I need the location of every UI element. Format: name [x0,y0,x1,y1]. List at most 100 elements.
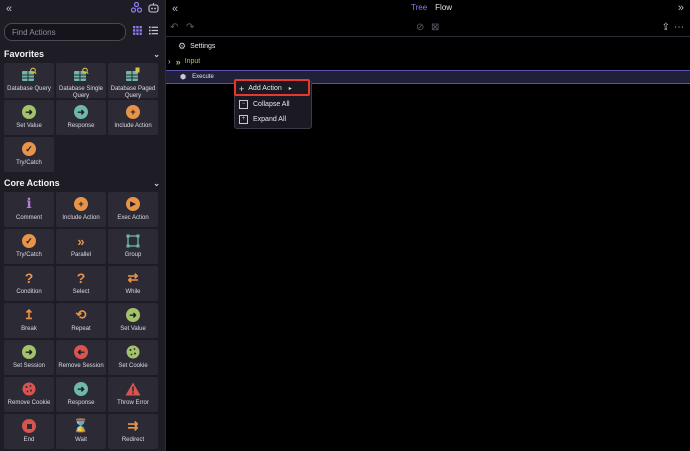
menu-item-label: Expand All [253,116,287,123]
action-tile-select[interactable]: ? Select [56,266,106,301]
action-tile-label: Select [72,289,90,295]
action-tile-set-cookie[interactable]: Set Cookie [108,340,158,375]
tree-row-input[interactable]: › » Input [166,55,690,68]
action-tile-label: While [125,289,141,295]
list-view-icon[interactable] [149,26,158,38]
tab-flow[interactable]: Flow [435,3,452,12]
undo-icon[interactable]: ↶ [170,22,178,33]
action-tile-database-query[interactable]: Database Query [4,63,54,98]
tree-row-label: Execute [192,74,214,80]
redirect-icon: ⇉ [127,418,139,433]
action-tile-include-action[interactable]: + Include Action [108,100,158,135]
action-tile-label: End [23,437,35,443]
database-search-icon [21,67,37,83]
cube-icon: ⬢ [180,74,187,81]
action-tile-response[interactable]: ➜ Response [56,100,106,135]
break-arrow-icon: ↥ [23,307,35,322]
menu-item-collapse-all[interactable]: − Collapse All [235,97,311,112]
chevron-down-icon[interactable]: ⌄ [153,50,160,59]
chevron-right-icon[interactable]: › [168,57,171,66]
action-tile-wait[interactable]: ⌛ Wait [56,414,106,449]
main-header: « Tree Flow » [166,0,690,18]
robot-icon[interactable] [148,2,159,16]
action-tile-label: Redirect [121,437,145,443]
tree-row-label: Input [184,58,201,65]
action-tile-break[interactable]: ↥ Break [4,303,54,338]
action-tile-label: Include Action [114,123,152,129]
arrow-right-circle-icon: ➜ [73,104,89,120]
core-actions-header[interactable]: Core Actions ⌄ [0,175,165,191]
action-tile-label: Try/Catch [16,160,42,166]
disable-icon[interactable]: ⊘ [416,22,424,33]
nodes-icon[interactable] [130,1,143,16]
action-tile-while[interactable]: ⇄ While [108,266,158,301]
info-icon: i [26,196,32,212]
question-icon: ? [76,270,86,286]
action-tile-database-single-query[interactable]: Database Single Query [56,63,106,99]
action-tile-label: Response [67,400,95,406]
action-tile-set-value[interactable]: ➜ Set Value [108,303,158,338]
arrow-left-circle-icon: ➜ [73,344,89,360]
hourglass-icon: ⌛ [72,418,90,433]
action-tile-label: Try/Catch [16,252,42,258]
redo-icon[interactable]: ↷ [186,22,194,33]
collapse-right-icon[interactable]: » [678,2,684,14]
action-tile-set-value[interactable]: ➜ Set Value [4,100,54,135]
action-tile-label: Wait [75,437,87,443]
action-tile-label: Include Action [62,215,100,221]
loop-icon: ⇄ [127,270,139,285]
action-tile-repeat[interactable]: ⟲ Repeat [56,303,106,338]
action-tile-redirect[interactable]: ⇉ Redirect [108,414,158,449]
action-tile-try-catch[interactable]: ✓ Try/Catch [4,137,54,172]
check-circle-icon: ✓ [21,141,37,157]
action-tile-database-paged-query[interactable]: Database Paged Query [108,63,158,99]
action-tile-comment[interactable]: i Comment [4,192,54,227]
collapse-left-icon[interactable]: « [172,3,178,15]
favorites-header[interactable]: Favorites ⌄ [0,46,165,62]
collapse-sidebar-icon[interactable]: « [6,3,12,15]
search-row: ⋯ [0,22,165,42]
grid-view-icon[interactable] [133,26,142,38]
action-tile-remove-session[interactable]: ➜ Remove Session [56,340,106,375]
action-tile-try-catch[interactable]: ✓ Try/Catch [4,229,54,264]
action-tile-label: Throw Error [117,400,149,406]
action-tile-label: Remove Cookie [7,400,51,406]
plus-circle-icon: + [73,196,89,212]
favorites-title: Favorites [4,49,45,59]
action-tile-group[interactable]: Group [108,229,158,264]
tree-row-settings[interactable]: ⚙ Settings [166,40,690,53]
database-search-icon [73,67,89,83]
action-tile-throw-error[interactable]: Throw Error [108,377,158,412]
arrow-right-circle-icon: ➜ [21,344,37,360]
sidebar-toolbar: « [0,0,165,18]
action-tile-parallel[interactable]: » Parallel [56,229,106,264]
action-tile-label: Database Query [7,86,51,92]
find-actions-input[interactable] [4,23,126,41]
warning-icon [125,381,141,397]
action-tile-condition[interactable]: ? Condition [4,266,54,301]
play-circle-icon: ▶ [125,196,141,212]
arrow-right-circle-icon: ➜ [21,104,37,120]
action-tile-label: Set Value [16,123,42,129]
action-tile-set-session[interactable]: ➜ Set Session [4,340,54,375]
action-tile-include-action[interactable]: + Include Action [56,192,106,227]
more-options-icon[interactable]: ⋯ [674,22,684,33]
menu-item-expand-all[interactable]: + Expand All [235,112,311,127]
action-tile-remove-cookie[interactable]: Remove Cookie [4,377,54,412]
action-tile-label: Set Cookie [118,363,148,369]
action-tile-end[interactable]: End [4,414,54,449]
action-tile-response[interactable]: ➜ Response [56,377,106,412]
chevron-down-icon[interactable]: ⌄ [153,179,160,188]
action-tile-exec-action[interactable]: ▶ Exec Action [108,192,158,227]
delete-icon[interactable]: ⊠ [431,22,439,33]
expand-box-icon: + [239,115,248,124]
share-icon[interactable]: ⇪ [662,22,670,33]
action-tile-label: Break [21,326,37,332]
core-actions-title: Core Actions [4,178,60,188]
action-tile-label: Remove Session [58,363,104,369]
favorites-grid: Database Query Database Single Query Dat… [0,63,165,172]
action-tile-label: Set Session [12,363,46,369]
tab-tree[interactable]: Tree [411,3,427,12]
double-chevron-icon: » [77,233,85,249]
action-tile-label: Response [67,123,95,129]
